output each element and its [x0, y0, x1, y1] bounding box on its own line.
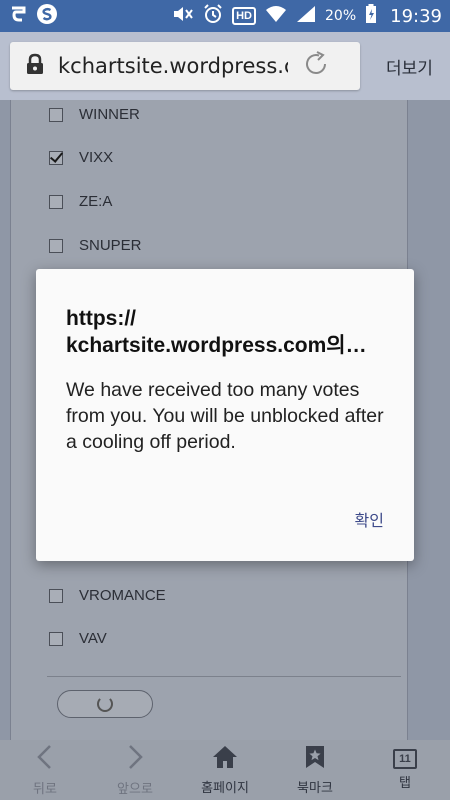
checkbox[interactable] [49, 107, 63, 122]
dialog-message: We have received too many votes from you… [66, 379, 384, 453]
poll-option[interactable]: VROMANCE [49, 587, 166, 604]
forward-button[interactable]: 앞으로 [90, 740, 180, 800]
option-label: WINNER [79, 106, 140, 123]
tabs-button[interactable]: 11 탭 [360, 740, 450, 800]
hd-voice-icon: HD [232, 7, 256, 25]
nav-label: 탭 [399, 775, 411, 790]
home-icon [212, 745, 238, 774]
dialog-title: https:// kchartsite.wordpress.com의… [66, 305, 396, 359]
checkbox[interactable] [49, 238, 63, 253]
option-label: ZE:A [79, 193, 113, 210]
nav-label: 뒤로 [33, 780, 57, 796]
reload-icon[interactable] [302, 50, 330, 83]
ok-button[interactable]: 확인 [355, 507, 384, 531]
more-button[interactable]: 더보기 [386, 54, 433, 79]
signal-icon [296, 5, 316, 28]
checkbox[interactable] [49, 631, 63, 646]
url-text[interactable]: kchartsite.wordpress.com [58, 54, 288, 78]
dialog-title-line: kchartsite.wordpress.com의… [66, 334, 367, 357]
checkbox[interactable] [49, 588, 63, 603]
back-arrow-icon [35, 744, 55, 775]
mute-icon [172, 4, 194, 29]
samsung-s-icon [36, 3, 58, 30]
vote-button[interactable] [57, 690, 153, 718]
nav-label: 홈페이지 [201, 779, 249, 795]
battery-charging-icon [365, 3, 377, 29]
tab-count-icon: 11 [393, 749, 417, 769]
bottom-nav: 뒤로 앞으로 홈페이지 북마크 11 탭 [0, 740, 450, 800]
divider [47, 676, 401, 677]
option-label: SNUPER [79, 237, 142, 254]
poll-option[interactable]: ZE:A [49, 193, 112, 210]
dialog-title-line: https:// [66, 307, 136, 330]
alarm-icon [203, 3, 223, 29]
bookmarks-button[interactable]: 북마크 [270, 740, 360, 800]
browser-toolbar: kchartsite.wordpress.com 더보기 [0, 32, 450, 100]
poll-option[interactable]: SNUPER [49, 237, 142, 254]
option-label: VAV [79, 630, 107, 647]
back-button[interactable]: 뒤로 [0, 740, 90, 800]
nav-label: 앞으로 [117, 780, 153, 796]
home-button[interactable]: 홈페이지 [180, 740, 270, 800]
poll-option[interactable]: VIXX [49, 149, 113, 166]
checkbox-checked[interactable] [49, 150, 63, 165]
checkbox[interactable] [49, 194, 63, 209]
forward-arrow-icon [125, 744, 145, 775]
option-label: VROMANCE [79, 587, 166, 604]
battery-percent: 20% [325, 8, 357, 24]
sync-icon [8, 4, 28, 29]
nav-label: 북마크 [297, 779, 333, 795]
bookmark-star-icon [305, 745, 325, 774]
option-label: VIXX [79, 149, 114, 166]
alert-dialog: https:// kchartsite.wordpress.com의… We h… [36, 269, 414, 561]
poll-option[interactable]: VAV [49, 630, 107, 647]
status-bar: HD 20% 19:39 [0, 0, 450, 32]
poll-option[interactable]: WINNER [49, 106, 140, 123]
loading-spinner-icon [97, 696, 113, 712]
address-bar[interactable]: kchartsite.wordpress.com [10, 42, 360, 90]
lock-icon [26, 53, 44, 80]
clock: 19:39 [390, 5, 442, 27]
wifi-icon [265, 5, 287, 28]
